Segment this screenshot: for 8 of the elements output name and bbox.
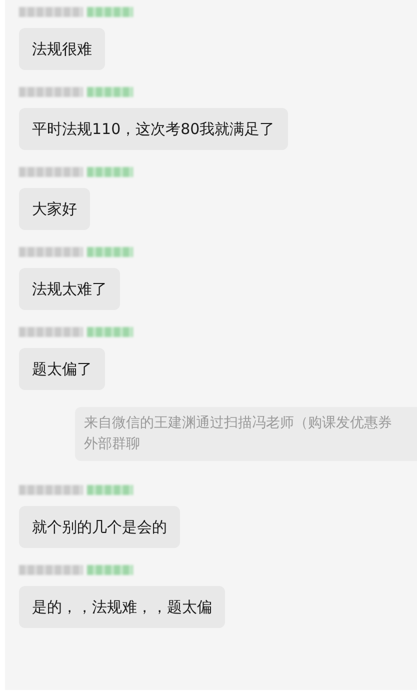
message-bubble: 是的，，法规难，，题太偏 [19, 586, 225, 628]
message-bubble: 就个别的几个是会的 [19, 506, 180, 548]
message-bubble: 法规很难 [19, 28, 105, 70]
message-bubble: 法规太难了 [19, 268, 120, 310]
message-bubble: 大家好 [19, 188, 90, 230]
message-bubble: 平时法规110，这次考80我就满足了 [19, 108, 288, 150]
message-bubble: 题太偏了 [19, 348, 105, 390]
system-notice: 来自微信的王建渊通过扫描冯老师（购课发优惠券 外部群聊 [75, 407, 417, 461]
